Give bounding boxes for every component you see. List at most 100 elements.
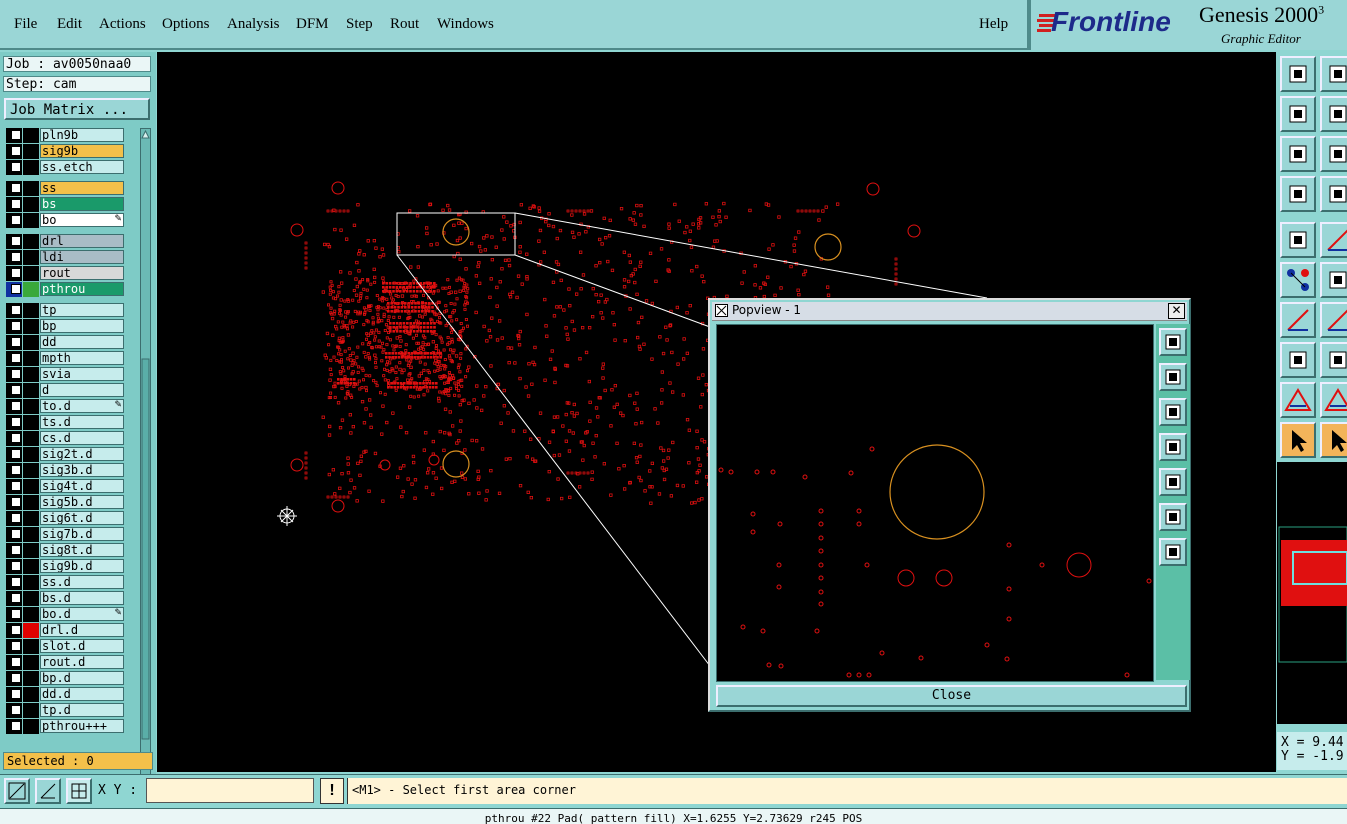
- layer-checkbox[interactable]: [6, 687, 22, 702]
- layer-row-sig2t-d[interactable]: sig2t.d: [4, 447, 138, 462]
- layer-row-sig9b[interactable]: sig9b: [4, 144, 138, 159]
- menu-windows[interactable]: Windows: [437, 16, 494, 33]
- layer-row-sig3b-d[interactable]: sig3b.d: [4, 463, 138, 478]
- layer-row-slot-d[interactable]: slot.d: [4, 639, 138, 654]
- layer-row-rout[interactable]: rout: [4, 266, 138, 281]
- pan-right-button[interactable]: [1159, 468, 1187, 496]
- layer-row-drl-d[interactable]: drl.d: [4, 623, 138, 638]
- layer-checkbox[interactable]: [6, 144, 22, 159]
- layer-row-bs[interactable]: bs: [4, 197, 138, 212]
- layer-row-pthrou[interactable]: pthrou: [4, 282, 138, 297]
- menu-options[interactable]: Options: [162, 16, 210, 33]
- layer-name[interactable]: d: [40, 383, 124, 397]
- layer-name[interactable]: sig2t.d: [40, 447, 124, 461]
- layer-checkbox[interactable]: [6, 511, 22, 526]
- layer-color-swatch[interactable]: [23, 655, 39, 670]
- pan-left-button[interactable]: [1159, 433, 1187, 461]
- layer-name[interactable]: svia: [40, 367, 124, 381]
- layer-row-ss-d[interactable]: ss.d: [4, 575, 138, 590]
- select-arrow-button[interactable]: [1280, 422, 1316, 458]
- layer-color-swatch[interactable]: [23, 703, 39, 718]
- pan-up-button[interactable]: [1280, 56, 1316, 92]
- layer-name[interactable]: sig9b: [40, 144, 124, 158]
- layer-color-swatch[interactable]: [23, 335, 39, 350]
- popview-window[interactable]: Popview - 1 ✕ Close: [708, 298, 1191, 712]
- layer-row-bp-d[interactable]: bp.d: [4, 671, 138, 686]
- layer-checkbox[interactable]: [6, 575, 22, 590]
- layer-checkbox[interactable]: [6, 399, 22, 414]
- layer-color-swatch[interactable]: [23, 479, 39, 494]
- layer-row-mpth[interactable]: mpth: [4, 351, 138, 366]
- layer-name[interactable]: bs: [40, 197, 124, 211]
- zoom-fit-button[interactable]: [1159, 328, 1187, 356]
- layer-name[interactable]: ldi: [40, 250, 124, 264]
- connect-button[interactable]: [1320, 342, 1347, 378]
- layer-checkbox[interactable]: [6, 181, 22, 196]
- layer-name[interactable]: pthrou+++: [40, 719, 124, 733]
- feature-button[interactable]: [1280, 342, 1316, 378]
- layer-checkbox[interactable]: [6, 351, 22, 366]
- layer-color-swatch[interactable]: [23, 527, 39, 542]
- layer-name[interactable]: bp: [40, 319, 124, 333]
- layer-checkbox[interactable]: [6, 463, 22, 478]
- menu-rout[interactable]: Rout: [390, 16, 419, 33]
- layer-name[interactable]: bp.d: [40, 671, 124, 685]
- layer-color-swatch[interactable]: [23, 495, 39, 510]
- layer-name[interactable]: sig4t.d: [40, 479, 124, 493]
- layer-color-swatch[interactable]: [23, 431, 39, 446]
- layer-row-bs-d[interactable]: bs.d: [4, 591, 138, 606]
- layer-row-to-d[interactable]: to.d ✎: [4, 399, 138, 414]
- layer-checkbox[interactable]: [6, 703, 22, 718]
- layer-color-swatch[interactable]: [23, 213, 39, 228]
- menu-dfm[interactable]: DFM: [296, 16, 329, 33]
- menu-actions[interactable]: Actions: [99, 16, 146, 33]
- layer-name[interactable]: sig5b.d: [40, 495, 124, 509]
- pan-right-button[interactable]: [1320, 96, 1347, 132]
- menu-help[interactable]: Help: [979, 16, 1008, 33]
- layer-color-swatch[interactable]: [23, 687, 39, 702]
- layer-color-swatch[interactable]: [23, 463, 39, 478]
- zoom-in-button[interactable]: [1159, 538, 1187, 566]
- layer-row-cs-d[interactable]: cs.d: [4, 431, 138, 446]
- layer-row-bo-d[interactable]: bo.d ✎: [4, 607, 138, 622]
- zoom-out-button[interactable]: [1280, 136, 1316, 172]
- layer-color-swatch[interactable]: [23, 383, 39, 398]
- layer-color-swatch[interactable]: [23, 181, 39, 196]
- layer-checkbox[interactable]: [6, 431, 22, 446]
- layer-checkbox[interactable]: [6, 197, 22, 212]
- layer-color-swatch[interactable]: [23, 160, 39, 175]
- layer-color-swatch[interactable]: [23, 266, 39, 281]
- layer-name[interactable]: slot.d: [40, 639, 124, 653]
- menu-file[interactable]: File: [14, 16, 37, 33]
- layer-name[interactable]: dd: [40, 335, 124, 349]
- layer-checkbox[interactable]: [6, 213, 22, 228]
- layer-color-swatch[interactable]: [23, 282, 39, 297]
- layer-checkbox[interactable]: [6, 543, 22, 558]
- add-line-button[interactable]: [1320, 222, 1347, 258]
- layer-name[interactable]: rout.d: [40, 655, 124, 669]
- layer-checkbox[interactable]: [6, 623, 22, 638]
- layer-name[interactable]: cs.d: [40, 431, 124, 445]
- layer-row-bp[interactable]: bp: [4, 319, 138, 334]
- layer-row-svia[interactable]: svia: [4, 367, 138, 382]
- layer-color-swatch[interactable]: [23, 197, 39, 212]
- layer-color-swatch[interactable]: [23, 415, 39, 430]
- layer-row-d[interactable]: d: [4, 383, 138, 398]
- layer-color-swatch[interactable]: [23, 399, 39, 414]
- layer-checkbox[interactable]: [6, 495, 22, 510]
- measure-button[interactable]: [1280, 176, 1316, 212]
- layer-checkbox[interactable]: [6, 367, 22, 382]
- layer-checkbox[interactable]: [6, 250, 22, 265]
- window-menu-icon[interactable]: [715, 304, 729, 318]
- layer-row-pthrou-[interactable]: pthrou+++: [4, 719, 138, 734]
- triangle-button[interactable]: [1280, 382, 1316, 418]
- layer-row-tp[interactable]: tp: [4, 303, 138, 318]
- xy-input[interactable]: [146, 778, 314, 803]
- layer-name[interactable]: rout: [40, 266, 124, 280]
- pan-left-button[interactable]: [1280, 96, 1316, 132]
- layer-color-swatch[interactable]: [23, 128, 39, 143]
- layer-checkbox[interactable]: [6, 655, 22, 670]
- layer-row-dd-d[interactable]: dd.d: [4, 687, 138, 702]
- layer-color-swatch[interactable]: [23, 234, 39, 249]
- layer-color-swatch[interactable]: [23, 447, 39, 462]
